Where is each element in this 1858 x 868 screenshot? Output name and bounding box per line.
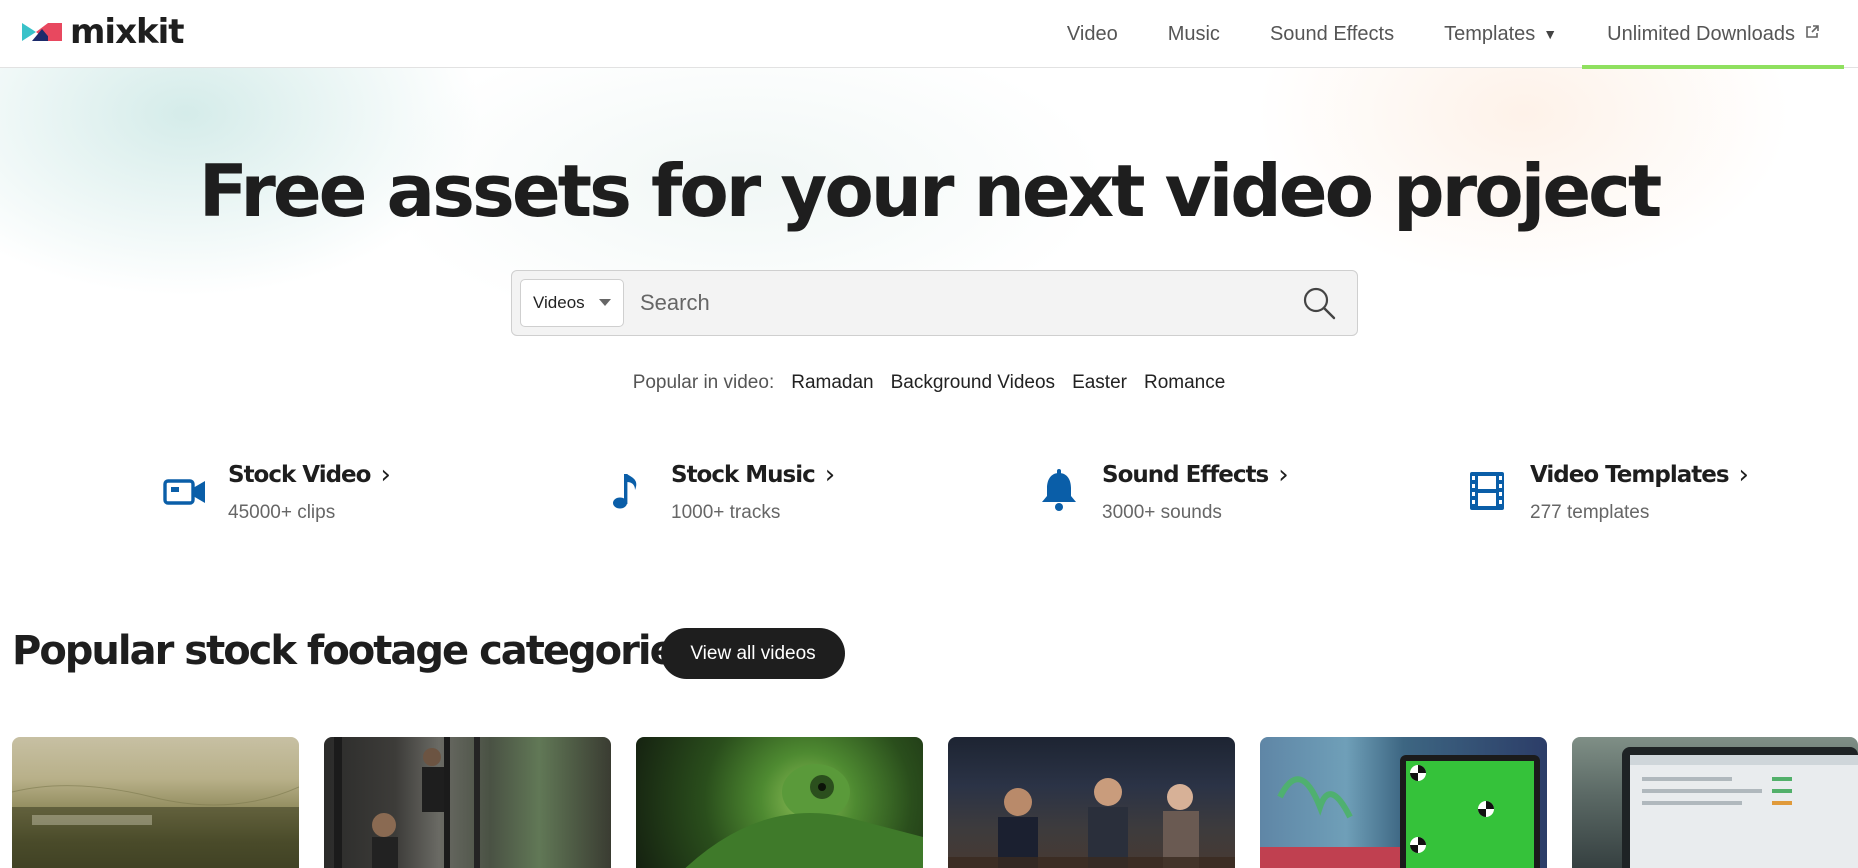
music-note-icon: [613, 474, 637, 509]
category-thumbnail[interactable]: [324, 737, 611, 868]
nav-sound-effects-label: Sound Effects: [1269, 22, 1395, 45]
video-camera-icon: [163, 479, 205, 505]
popular-tag-background-videos[interactable]: Background Videos: [891, 372, 1055, 394]
category-title: Stock Video: [228, 462, 371, 488]
nav-video[interactable]: Video: [1042, 0, 1143, 68]
marsh-image: [12, 785, 299, 868]
chameleon-image: [685, 764, 923, 868]
main-nav: Video Music Sound Effects Templates ▼ Un…: [1042, 0, 1844, 69]
category-count: 277 templates: [1530, 502, 1650, 523]
external-link-icon: [1805, 24, 1819, 44]
category-sound-effects[interactable]: Sound Effects › 3000+ sounds: [1036, 460, 1289, 550]
search-icon[interactable]: [1301, 285, 1337, 321]
nav-music[interactable]: Music: [1143, 0, 1245, 68]
nav-templates-label: Templates: [1444, 22, 1536, 45]
category-thumbnail[interactable]: [12, 737, 299, 868]
category-video-templates[interactable]: Video Templates › 277 templates: [1464, 460, 1749, 550]
film-strip-icon: [1470, 472, 1504, 510]
nav-sound-effects[interactable]: Sound Effects: [1245, 0, 1419, 68]
category-thumbnail[interactable]: [948, 737, 1235, 868]
gym-image: [334, 737, 480, 868]
nav-templates[interactable]: Templates ▼: [1419, 0, 1582, 68]
category-thumbnail[interactable]: [1572, 737, 1858, 868]
green-screen-laptop-image: [1260, 755, 1540, 868]
nav-video-label: Video: [1066, 22, 1118, 45]
search-bar: Videos: [511, 270, 1358, 336]
bell-icon: [1042, 469, 1076, 511]
caret-down-icon: ▼: [1543, 26, 1558, 42]
chevron-right-icon: ›: [1738, 460, 1749, 490]
popular-searches: Popular in video: Ramadan Background Vid…: [0, 372, 1858, 394]
laptop-dashboard-image: [1622, 747, 1858, 868]
hero-section: Free assets for your next video project …: [0, 68, 1858, 448]
site-header: mixkit Video Music Sound Effects Templat…: [0, 0, 1858, 69]
popular-tag-easter[interactable]: Easter: [1072, 372, 1127, 394]
category-stock-video[interactable]: Stock Video › 45000+ clips: [162, 460, 391, 550]
chevron-right-icon: ›: [824, 460, 835, 490]
nav-music-label: Music: [1167, 22, 1220, 45]
category-title: Sound Effects: [1102, 462, 1269, 488]
category-title: Video Templates: [1530, 462, 1730, 488]
search-category-value: Videos: [533, 293, 585, 312]
category-count: 3000+ sounds: [1102, 502, 1222, 523]
view-all-videos-button[interactable]: View all videos: [661, 628, 845, 679]
hero-title: Free assets for your next video project: [198, 149, 1663, 233]
category-title: Stock Music: [671, 462, 816, 488]
category-stock-music[interactable]: Stock Music › 1000+ tracks: [605, 460, 835, 550]
nav-unlimited-downloads[interactable]: Unlimited Downloads: [1582, 0, 1844, 69]
category-thumbnail[interactable]: [636, 737, 923, 868]
search-category-select[interactable]: Videos: [520, 279, 624, 327]
category-thumbnail[interactable]: [1260, 737, 1547, 868]
section-title: Popular stock footage categories: [12, 628, 699, 674]
category-count: 45000+ clips: [228, 502, 336, 523]
category-count: 1000+ tracks: [671, 502, 781, 523]
chevron-right-icon: ›: [380, 460, 390, 490]
logo-mark-icon: [22, 23, 62, 41]
dinner-party-image: [948, 778, 1235, 868]
search-input[interactable]: [640, 281, 1280, 325]
select-caret-icon: [599, 299, 611, 306]
popular-tag-ramadan[interactable]: Ramadan: [791, 372, 873, 394]
nav-unlimited-downloads-label: Unlimited Downloads: [1607, 22, 1795, 45]
popular-tag-romance[interactable]: Romance: [1144, 372, 1225, 394]
chevron-right-icon: ›: [1278, 460, 1288, 490]
logo-text: mixkit: [70, 12, 185, 52]
popular-label: Popular in video:: [632, 372, 775, 393]
mixkit-logo[interactable]: mixkit: [22, 10, 185, 54]
